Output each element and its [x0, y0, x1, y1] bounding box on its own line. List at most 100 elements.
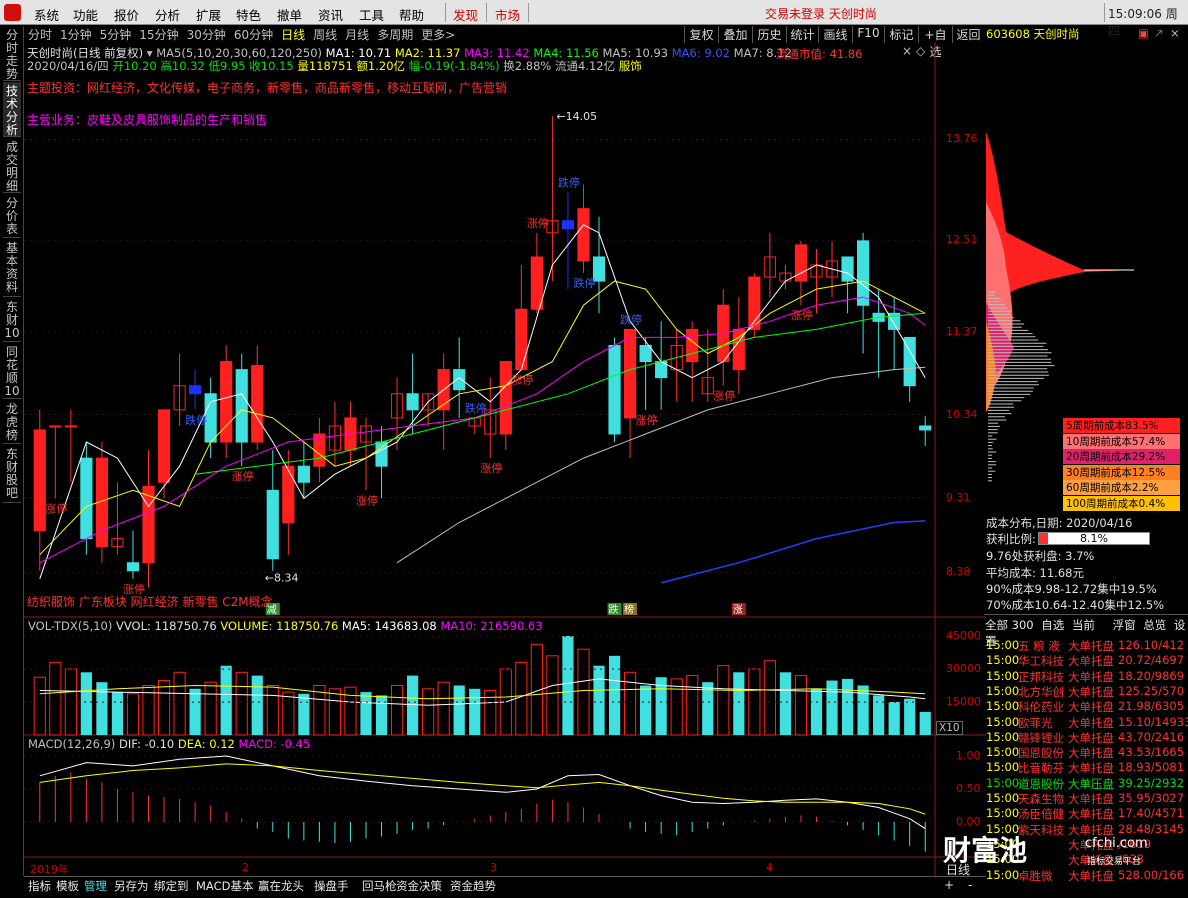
- period-7[interactable]: 周线: [313, 28, 337, 42]
- period-9[interactable]: 多周期: [377, 28, 413, 42]
- price-tick-2: 11.37: [946, 325, 978, 338]
- period-5[interactable]: 60分钟: [234, 28, 273, 42]
- period-8[interactable]: 月线: [345, 28, 369, 42]
- quote-row[interactable]: 15:00 科伦药业 大单托盘 21.98/6305: [986, 699, 1186, 715]
- menu-news[interactable]: 资讯: [318, 5, 343, 24]
- zoom-out-button[interactable]: -: [968, 878, 972, 892]
- toolbar-btn-2[interactable]: 历史: [752, 26, 786, 43]
- menu-extend[interactable]: 扩展: [196, 5, 221, 24]
- bottom-tab-4[interactable]: 绑定到: [154, 878, 189, 894]
- quote-row[interactable]: 15:00 正邦科技 大单托盘 18.20/9869: [986, 669, 1186, 685]
- bottom-tab-5[interactable]: MACD基本: [196, 878, 253, 894]
- menu-function[interactable]: 功能: [73, 5, 98, 24]
- tab-eastmoney-forum[interactable]: 东财股吧: [3, 445, 21, 503]
- menu-help[interactable]: 帮助: [399, 5, 424, 24]
- menu-feature[interactable]: 特色: [236, 5, 261, 24]
- toolbar-btn-4[interactable]: 画线: [818, 26, 852, 43]
- tab-fundamentals[interactable]: 基本资料: [3, 239, 21, 297]
- period-2[interactable]: 5分钟: [100, 28, 132, 42]
- vol-bar-47: [764, 661, 775, 735]
- quote-row[interactable]: 15:00 汤臣倍健 大单托盘 17.40/4571: [986, 806, 1186, 822]
- candle-body-35: [578, 209, 589, 261]
- quote-tab-current[interactable]: 当前: [1072, 618, 1095, 632]
- vol-ma10: MA10: 216590.63: [440, 619, 542, 633]
- quote-row[interactable]: 15:00 卓胜微 大单托盘 528.00/166: [986, 868, 1186, 884]
- period-button[interactable]: 日线: [946, 861, 970, 878]
- toolbar-btn-8[interactable]: 返回: [952, 26, 984, 43]
- toolbar-btn-1[interactable]: 叠加: [718, 26, 752, 43]
- quote-row[interactable]: 15:00 国恩股份 大单托盘 43.53/1665: [986, 745, 1186, 761]
- quote-name: 天森生物: [1018, 791, 1064, 807]
- menu-tools[interactable]: 工具: [359, 5, 384, 24]
- quote-row[interactable]: 15:00 华工科技 大单托盘 20.72/4697: [986, 653, 1186, 669]
- bottom-tab-0[interactable]: 指标: [28, 878, 51, 894]
- quote-row[interactable]: 15:00 赣锋锂业 大单托盘 43.70/2416: [986, 730, 1186, 746]
- quote-name: 汤臣倍健: [1018, 806, 1064, 822]
- quote-tab-all[interactable]: 全部: [985, 618, 1008, 632]
- limit-mark-6: 涨停: [480, 461, 502, 475]
- toolbar-btn-3[interactable]: 统计: [786, 26, 818, 43]
- quote-type: 大单托盘: [1068, 638, 1114, 654]
- bottom-tab-9[interactable]: 资金决策: [396, 878, 442, 894]
- menu-system[interactable]: 系统: [34, 5, 59, 24]
- quote-row[interactable]: 15:00 比音勒芬 大单托盘 18.93/5081: [986, 760, 1186, 776]
- tab-intraday[interactable]: 分时走势: [3, 26, 21, 81]
- zoom-in-button[interactable]: +: [944, 878, 954, 892]
- quote-tab-watch[interactable]: 自选: [1041, 618, 1064, 632]
- kline-chart[interactable]: ←14.05←8.34涨停涨停跌停涨停涨停跌停涨停涨停涨停跌停跌停跌停涨停涨停涨…: [24, 42, 986, 878]
- quote-value: 15.10/14933: [1118, 715, 1188, 729]
- vol-bar-8: [158, 681, 169, 735]
- period-4[interactable]: 30分钟: [187, 28, 226, 42]
- toolbar-btn-0[interactable]: 复权: [684, 26, 718, 43]
- tab-dragon-tiger[interactable]: 龙虎榜: [3, 400, 21, 444]
- vol-ma10-line: [40, 686, 925, 699]
- left-tab-bar: 分时走势 技术分析 成交明细 分价表 基本资料 东财10 同花顺10 龙虎榜 东…: [0, 26, 24, 876]
- arrow-icon[interactable]: ↗: [1154, 26, 1164, 40]
- period-6[interactable]: 日线: [281, 28, 305, 42]
- toolbar-btn-5[interactable]: F10: [852, 26, 884, 43]
- menu-quote[interactable]: 报价: [114, 5, 139, 24]
- tab-eastmoney10[interactable]: 东财10: [3, 298, 21, 342]
- menu-cancel-order[interactable]: 撤单: [277, 5, 302, 24]
- quote-row[interactable]: 15:00 欧菲光 大单托盘 15.10/14933: [986, 715, 1186, 731]
- tab-technical[interactable]: 技术分析: [3, 82, 21, 137]
- quote-name: 国恩股份: [1018, 745, 1064, 761]
- period-1[interactable]: 1分钟: [60, 28, 92, 42]
- quote-row[interactable]: 15:00 道恩股份 大单压盘 39.25/2932: [986, 776, 1186, 792]
- bottom-tab-8[interactable]: 回马枪: [362, 878, 397, 894]
- flag-icon[interactable]: ▣: [1138, 26, 1149, 40]
- quote-tab-overview[interactable]: 总览: [1143, 618, 1166, 632]
- limit-mark-11: 跌停: [620, 312, 642, 326]
- vol-bar-31: [516, 662, 527, 735]
- bottom-tab-2[interactable]: 管理: [84, 878, 107, 894]
- bottom-tab-7[interactable]: 操盘手: [314, 878, 349, 894]
- candle-body-2: [65, 426, 76, 427]
- vol-bar-34: [562, 636, 573, 735]
- quote-row[interactable]: 15:00 北方华创 大单托盘 125.25/570: [986, 684, 1186, 700]
- toolbar-btn-7[interactable]: +自选: [918, 26, 952, 43]
- candle-body-10: [190, 386, 201, 394]
- cost-legend-1: 10周期前成本57.4%: [1063, 434, 1180, 449]
- tab-trade-detail[interactable]: 成交明细: [3, 138, 21, 193]
- menu-analysis[interactable]: 分析: [155, 5, 180, 24]
- toolbar-btn-6[interactable]: 标记: [884, 26, 918, 43]
- period-10[interactable]: 更多>: [421, 28, 455, 42]
- bottom-tab-6[interactable]: 赢在龙头: [258, 878, 304, 894]
- bottom-tab-10[interactable]: 资金趋势: [450, 878, 496, 894]
- quote-row[interactable]: 15:00 天森生物 大单托盘 35.95/3027: [986, 791, 1186, 807]
- login-notice[interactable]: 交易未登录 天创时尚: [765, 5, 877, 22]
- bottom-tab-1[interactable]: 模板: [56, 878, 79, 894]
- tab-ths10[interactable]: 同花顺10: [3, 343, 21, 399]
- quote-tab-float[interactable]: 浮窗: [1113, 618, 1136, 632]
- quote-time: 15:00: [986, 638, 1019, 652]
- bottom-tab-3[interactable]: 另存为: [114, 878, 149, 894]
- close-icon[interactable]: ×: [1170, 26, 1180, 40]
- tab-price-table[interactable]: 分价表: [3, 194, 21, 238]
- menu-discover[interactable]: 发现: [453, 5, 478, 24]
- vol-bar-50: [811, 689, 822, 735]
- quote-tab-300[interactable]: 300: [1012, 618, 1034, 632]
- period-0[interactable]: 分时: [28, 28, 52, 42]
- menu-market[interactable]: 市场: [495, 5, 520, 24]
- period-3[interactable]: 15分钟: [139, 28, 178, 42]
- quote-row[interactable]: 15:00 五 粮 液大单托盘 126.10/412: [986, 638, 1186, 654]
